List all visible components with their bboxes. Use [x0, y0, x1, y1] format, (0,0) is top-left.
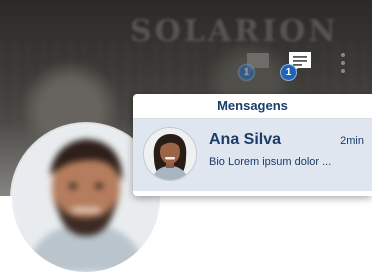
cover-banner-text: SOLARION	[130, 14, 339, 49]
dot	[341, 69, 345, 73]
notification-badge: 1	[238, 64, 255, 81]
message-snippet: Bio Lorem ipsum dolor ...	[209, 156, 332, 168]
messages-button[interactable]: 1	[280, 50, 314, 81]
sender-avatar	[143, 127, 197, 181]
dot	[341, 53, 345, 57]
message-item[interactable]: Ana Silva 2min Bio Lorem ipsum dolor ...	[133, 119, 372, 191]
more-options-icon[interactable]	[338, 50, 348, 76]
sender-name: Ana Silva	[209, 131, 282, 148]
notification-badge: 1	[280, 64, 297, 81]
woman-avatar-icon	[144, 128, 196, 180]
message-time: 2min	[340, 135, 364, 147]
messages-dropdown-title: Mensagens	[133, 94, 372, 119]
dot	[341, 61, 345, 65]
messages-dropdown: Mensagens Ana Silva 2min Bio Lorem ipsum…	[133, 94, 372, 196]
messages-button-inactive[interactable]: 1	[238, 50, 272, 81]
